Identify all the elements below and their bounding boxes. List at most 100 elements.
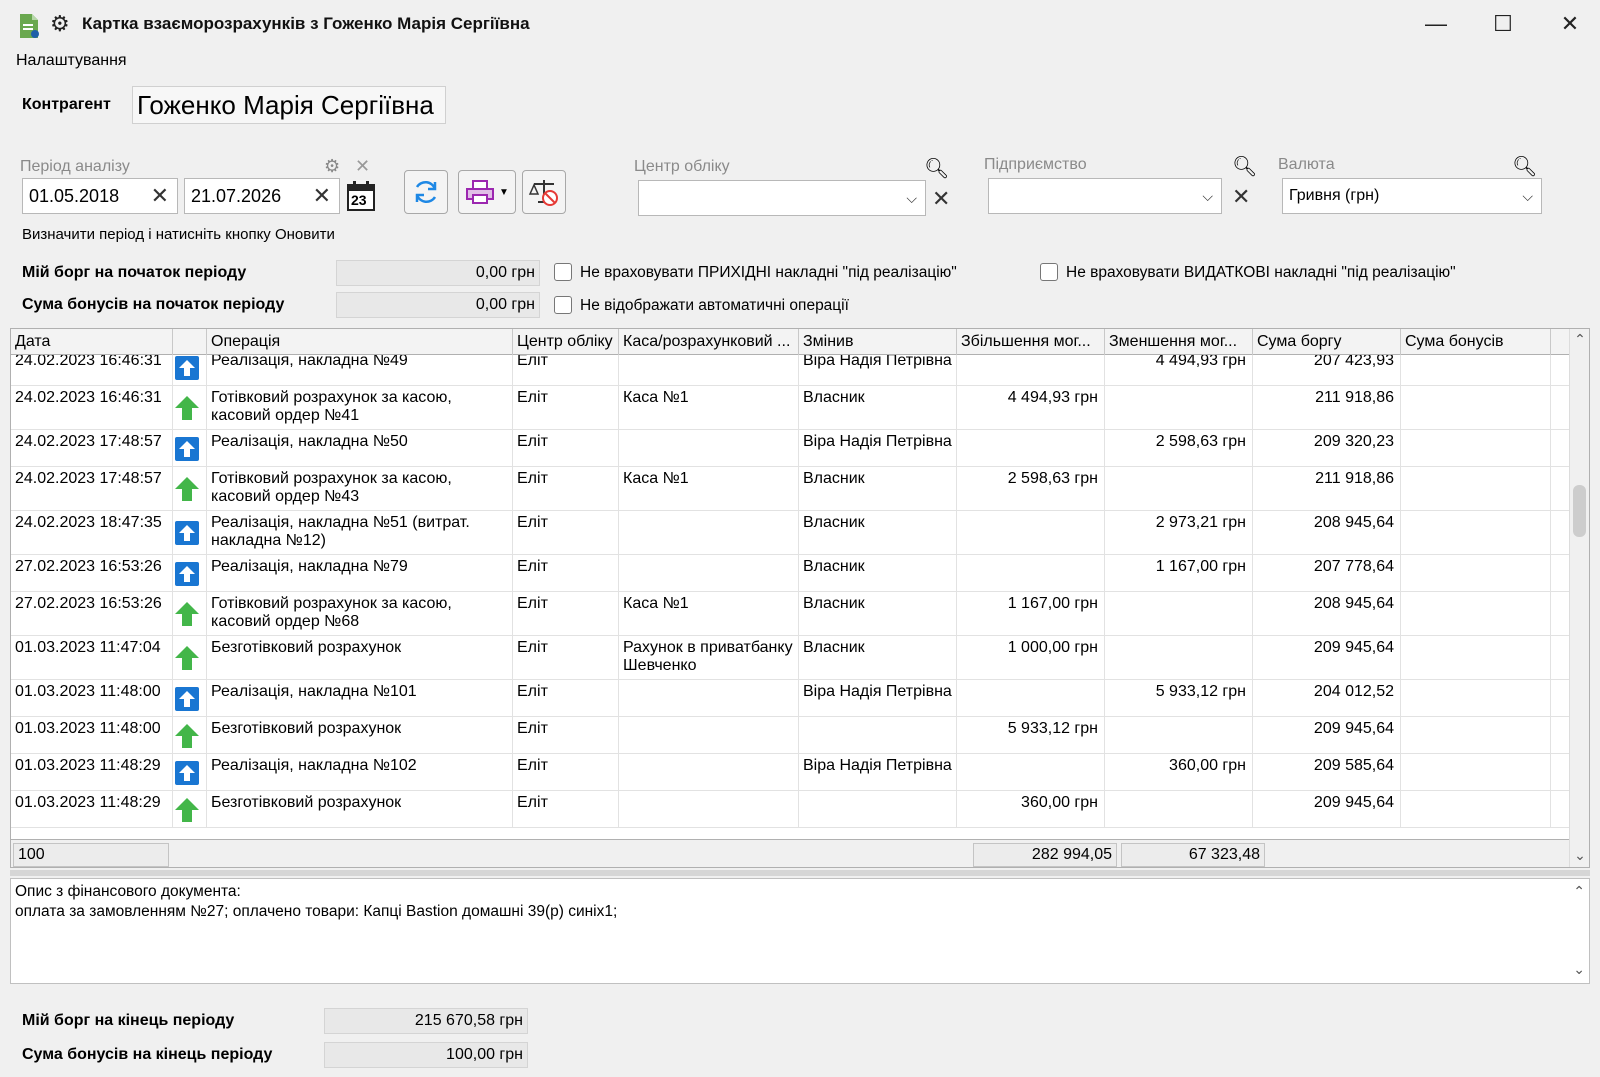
- currency-select[interactable]: Гривня (грн) ⌵: [1282, 178, 1542, 214]
- table-row[interactable]: 01.03.2023 11:48:29 Безготівковий розраху…: [11, 791, 1571, 828]
- currency-label: Валюта: [1278, 156, 1335, 173]
- calendar-icon[interactable]: 23: [346, 180, 376, 212]
- scroll-down-icon[interactable]: ⌄: [1570, 845, 1589, 865]
- cell-inc: 360,00 грн: [957, 791, 1105, 827]
- enterprise-chevron-down-icon[interactable]: ⌵: [1202, 179, 1213, 213]
- cell-center: Еліт: [513, 355, 619, 385]
- cell-date: 01.03.2023 11:47:04: [11, 636, 173, 679]
- scroll-up-icon[interactable]: ⌃: [1570, 329, 1589, 349]
- cell-debt: 207 423,93: [1253, 355, 1401, 385]
- enterprise-select[interactable]: ⌵: [988, 178, 1222, 214]
- header-col-increase[interactable]: Збільшення мог...: [957, 329, 1105, 355]
- currency-search-icon[interactable]: 🔍︎: [1512, 154, 1537, 179]
- table-row[interactable]: 01.03.2023 11:48:00 Безготівковий розраху…: [11, 717, 1571, 754]
- table-scrollbar[interactable]: ⌃ ⌄: [1569, 329, 1589, 867]
- cell-date: 01.03.2023 11:48:29: [11, 754, 173, 790]
- table-row[interactable]: 01.03.2023 11:48:29 Реалізація, накладна …: [11, 754, 1571, 791]
- period-settings-gear-icon[interactable]: ⚙: [324, 156, 340, 177]
- table-row[interactable]: 24.02.2023 16:46:31 Готівковий розрахунок…: [11, 386, 1571, 430]
- scroll-thumb[interactable]: [1573, 485, 1586, 537]
- table-row[interactable]: 24.02.2023 18:47:35 Реалізація, накладна …: [11, 511, 1571, 555]
- cell-op: Реалізація, накладна №51 (витрат. наклад…: [207, 511, 513, 554]
- cell-cash: Каса №1: [619, 467, 799, 510]
- cell-icon: [173, 430, 207, 466]
- auto-ops-checkbox-label[interactable]: Не відображати автоматичні операції: [580, 297, 849, 315]
- header-col-bonus[interactable]: Сума бонусів: [1401, 329, 1551, 355]
- refresh-button[interactable]: [404, 170, 448, 214]
- cell-bonus: [1401, 791, 1551, 827]
- currency-chevron-down-icon[interactable]: ⌵: [1522, 179, 1533, 213]
- center-clear-icon[interactable]: ✕: [932, 188, 950, 210]
- auto-ops-checkbox[interactable]: [554, 296, 572, 314]
- cell-cash: Каса №1: [619, 592, 799, 635]
- header-col-icon[interactable]: [173, 329, 207, 355]
- header-col-cash[interactable]: Каса/розрахунковий ...: [619, 329, 799, 355]
- table-row[interactable]: 01.03.2023 11:47:04 Безготівковий розраху…: [11, 636, 1571, 680]
- cell-icon: [173, 754, 207, 790]
- date-from-clear-icon[interactable]: ✕: [151, 185, 169, 207]
- header-col-changed[interactable]: Змінив: [799, 329, 957, 355]
- table-body[interactable]: 24.02.2023 16:46:31 Реалізація, накладна …: [11, 355, 1571, 839]
- date-to-input[interactable]: 21.07.2026 ✕: [184, 178, 340, 214]
- print-button[interactable]: ▼: [458, 170, 516, 214]
- table-row[interactable]: 24.02.2023 17:48:57 Реалізація, накладна …: [11, 430, 1571, 467]
- cell-bonus: [1401, 467, 1551, 510]
- table-row[interactable]: 27.02.2023 16:53:26 Реалізація, накладна …: [11, 555, 1571, 592]
- cell-icon: [173, 636, 207, 679]
- cell-dec: 1 167,00 грн: [1105, 555, 1253, 591]
- filter-exclude-button[interactable]: [522, 170, 566, 214]
- header-col-operation[interactable]: Операція: [207, 329, 513, 355]
- app-document-icon: [20, 14, 39, 38]
- cell-bonus: [1401, 592, 1551, 635]
- incoming-checkbox[interactable]: [554, 263, 572, 281]
- splitter[interactable]: [10, 870, 1590, 876]
- table-row[interactable]: 24.02.2023 16:46:31 Реалізація, накладна …: [11, 355, 1571, 386]
- cell-debt: 209 945,64: [1253, 717, 1401, 753]
- table-row[interactable]: 01.03.2023 11:48:00 Реалізація, накладна …: [11, 680, 1571, 717]
- outgoing-checkbox[interactable]: [1040, 263, 1058, 281]
- print-dropdown-icon[interactable]: ▼: [499, 187, 509, 198]
- header-col-center[interactable]: Центр обліку: [513, 329, 619, 355]
- table-row[interactable]: 24.02.2023 17:48:57 Готівковий розрахунок…: [11, 467, 1571, 511]
- enterprise-search-icon[interactable]: 🔍︎: [1232, 154, 1257, 179]
- menu-settings[interactable]: Налаштування: [16, 52, 127, 70]
- cell-icon: [173, 467, 207, 510]
- description-box[interactable]: Опис з фінансового документа: оплата за …: [10, 878, 1590, 984]
- cell-bonus: [1401, 636, 1551, 679]
- refresh-icon: [415, 180, 437, 204]
- close-button[interactable]: ✕: [1550, 8, 1590, 40]
- cell-icon: [173, 355, 207, 385]
- minimize-button[interactable]: —: [1416, 8, 1456, 40]
- center-search-icon[interactable]: 🔍︎: [924, 156, 949, 181]
- maximize-button[interactable]: ☐: [1483, 8, 1523, 40]
- description-scroll-up-icon[interactable]: ⌃: [1573, 883, 1585, 900]
- date-from-input[interactable]: 01.05.2018 ✕: [22, 178, 178, 214]
- cell-changed: Віра Надія Петрівна: [799, 430, 957, 466]
- header-col-decrease[interactable]: Зменшення мог...: [1105, 329, 1253, 355]
- center-chevron-down-icon[interactable]: ⌵: [906, 181, 917, 215]
- operations-table[interactable]: Дата Операція Центр обліку Каса/розрахунков…: [10, 328, 1590, 868]
- incoming-checkbox-label[interactable]: Не враховувати ПРИХІДНІ накладні "під ре…: [580, 264, 957, 282]
- cell-center: Еліт: [513, 791, 619, 827]
- period-clear-icon[interactable]: ✕: [355, 156, 370, 177]
- cell-inc: 5 933,12 грн: [957, 717, 1105, 753]
- cell-cash: [619, 717, 799, 753]
- cell-bonus: [1401, 386, 1551, 429]
- cell-inc: 2 598,63 грн: [957, 467, 1105, 510]
- outgoing-checkbox-label[interactable]: Не враховувати ВИДАТКОВІ накладні "під р…: [1066, 264, 1456, 282]
- cell-center: Еліт: [513, 386, 619, 429]
- center-select[interactable]: ⌵: [638, 180, 926, 216]
- header-col-date[interactable]: Дата: [11, 329, 173, 355]
- date-to-clear-icon[interactable]: ✕: [313, 185, 331, 207]
- table-row[interactable]: 27.02.2023 16:53:26 Готівковий розрахунок…: [11, 592, 1571, 636]
- description-scroll-down-icon[interactable]: ⌄: [1573, 961, 1585, 978]
- header-col-debt[interactable]: Сума боргу: [1253, 329, 1401, 355]
- cell-inc: [957, 355, 1105, 385]
- cell-debt: 207 778,64: [1253, 555, 1401, 591]
- cell-changed: Власник: [799, 386, 957, 429]
- cell-op: Безготівковий розрахунок: [207, 791, 513, 827]
- enterprise-clear-icon[interactable]: ✕: [1232, 186, 1250, 208]
- scales-no-icon: [528, 180, 558, 206]
- cell-debt: 208 945,64: [1253, 592, 1401, 635]
- settings-gear-icon[interactable]: ⚙: [50, 10, 70, 38]
